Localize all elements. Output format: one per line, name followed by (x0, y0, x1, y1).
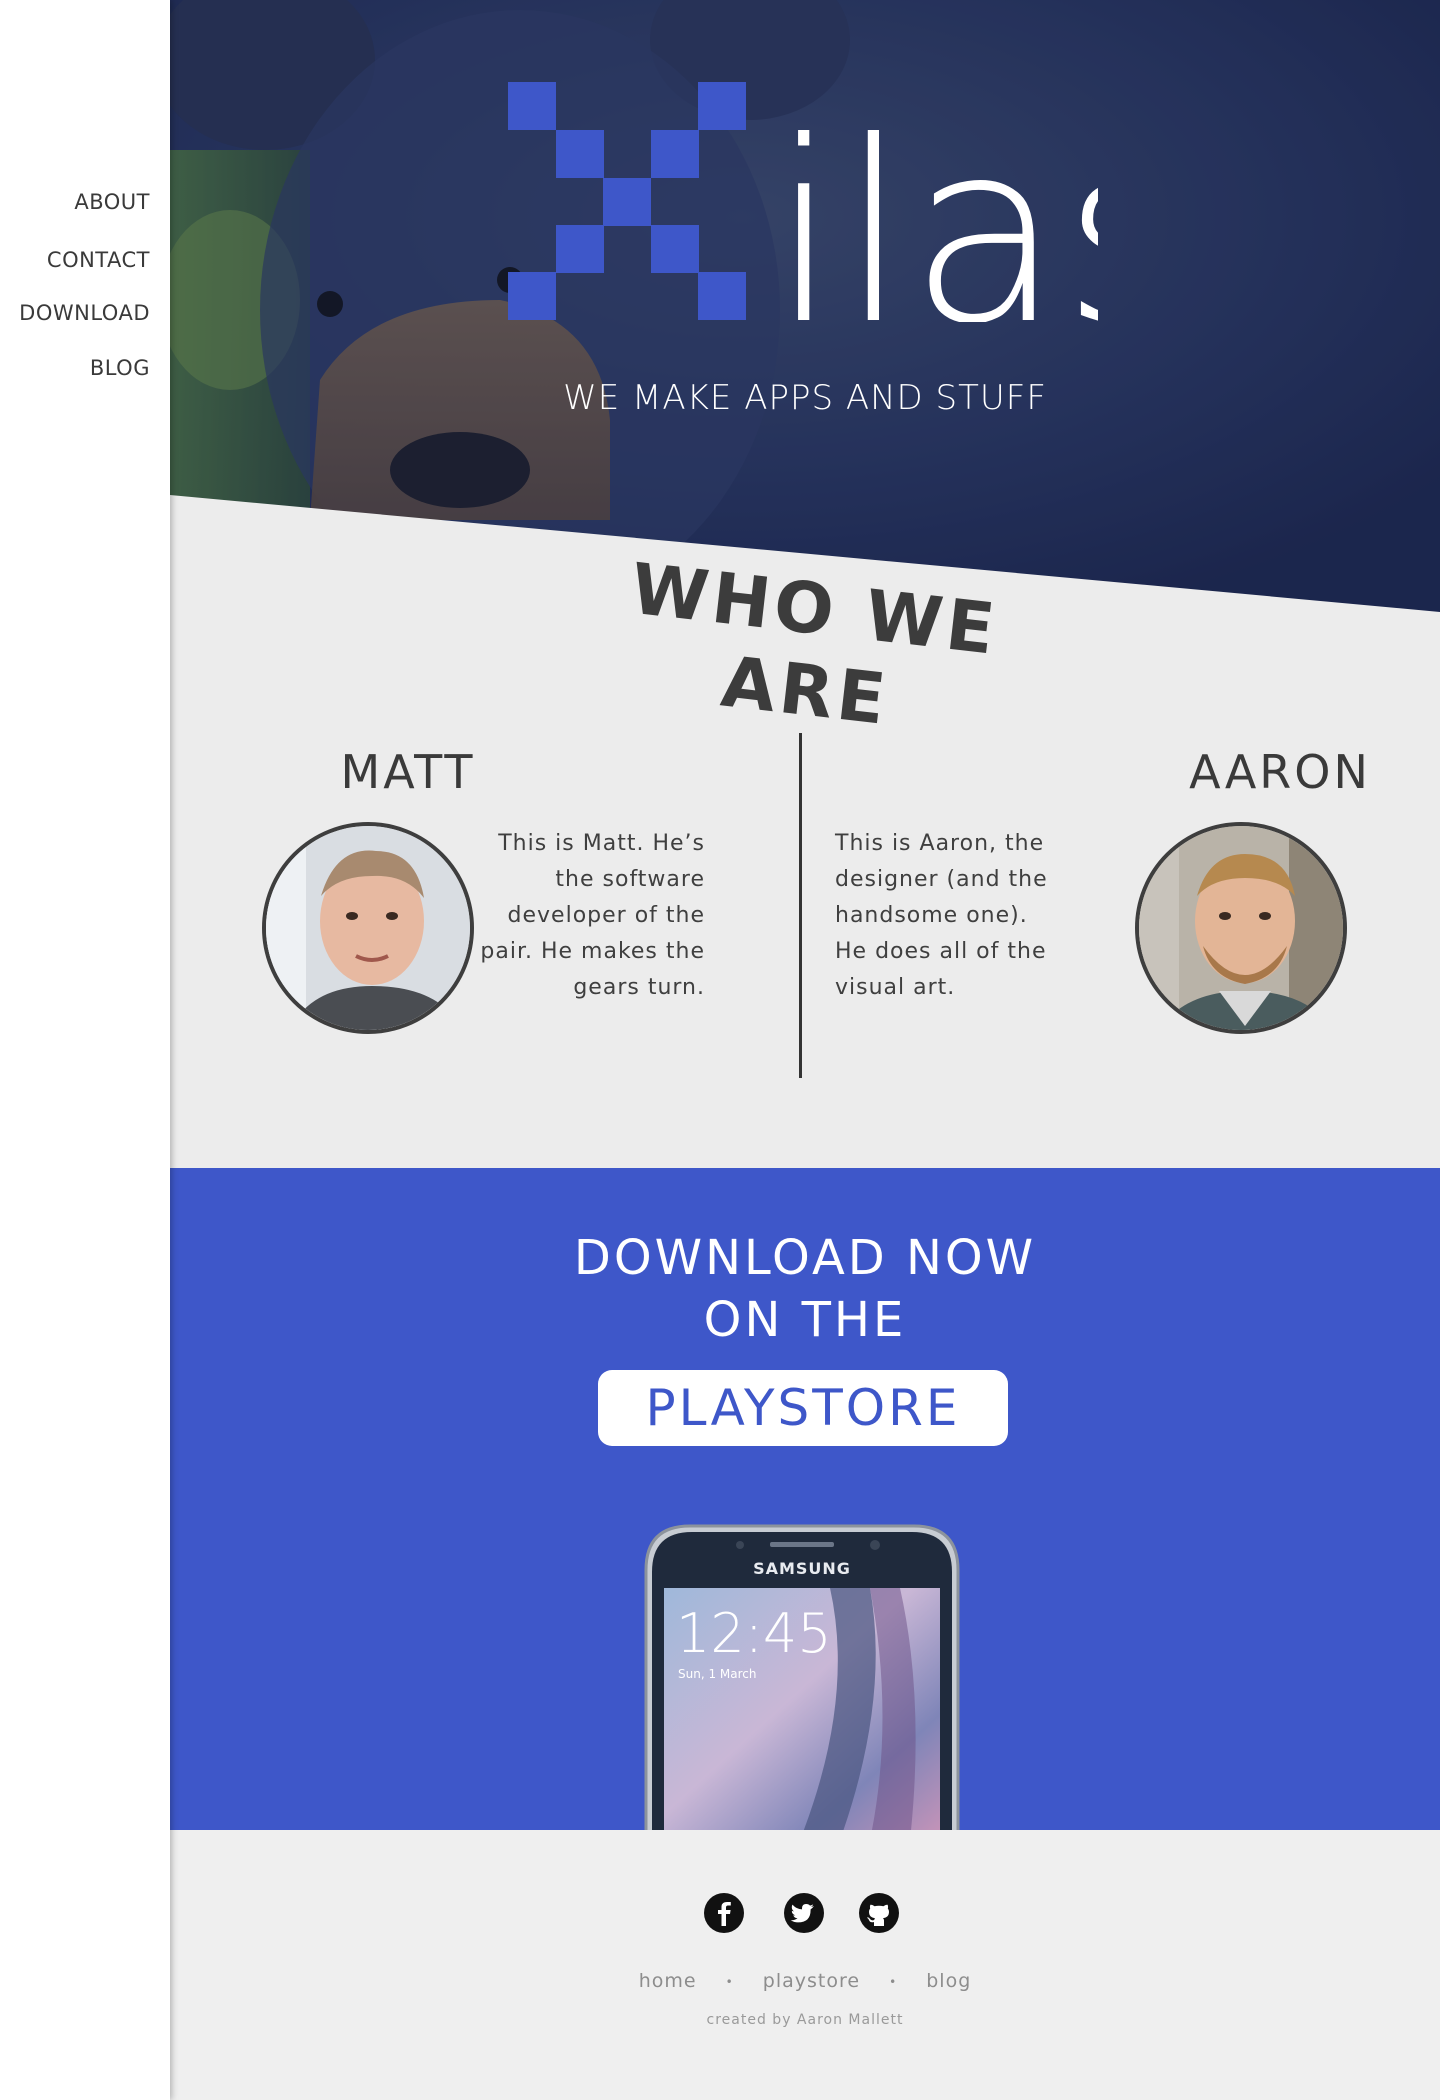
logo-wordmark: ilas (770, 88, 1098, 322)
separator-dot: • (725, 1974, 734, 1989)
github-icon[interactable] (858, 1892, 900, 1934)
footer-link-home[interactable]: home (639, 1970, 697, 1992)
footer-credit: created by Aaron Mallett (706, 2012, 904, 2028)
avatar-matt (262, 822, 474, 1034)
footer-link-blog[interactable]: blog (926, 1970, 971, 1992)
hero-tagline: WE MAKE APPS AND STUFF (563, 378, 1047, 418)
phone-clock: 12:45 (676, 1602, 832, 1665)
twitter-icon[interactable] (783, 1892, 825, 1934)
nav-item-contact[interactable]: CONTACT (47, 248, 150, 272)
bio-aaron: This is Aaron, the designer (and the han… (835, 831, 1048, 1000)
footer-link-playstore[interactable]: playstore (763, 1970, 860, 1992)
facebook-icon[interactable] (703, 1892, 745, 1934)
download-headline-line1: DOWNLOAD NOW (573, 1230, 1037, 1286)
who-divider (799, 733, 802, 1078)
phone-brand: SAMSUNG (753, 1559, 851, 1578)
main-content: ilas WE MAKE APPS AND STUFF WHO WE ARE M… (170, 0, 1440, 2100)
phone-date: Sun, 1 March (678, 1667, 757, 1681)
footer: home • playstore • blog created by Aaron… (170, 1830, 1440, 2100)
person-name-aaron: AARON (1189, 745, 1371, 799)
sidebar-nav: ABOUT CONTACT DOWNLOAD BLOG (0, 0, 170, 2100)
nav-item-blog[interactable]: BLOG (90, 356, 150, 380)
hero-section: ilas WE MAKE APPS AND STUFF (170, 0, 1440, 620)
xilas-logo: ilas (508, 82, 1098, 322)
avatar-aaron (1135, 822, 1347, 1034)
separator-dot: • (889, 1974, 898, 1989)
nav-item-download[interactable]: DOWNLOAD (19, 301, 150, 325)
playstore-button[interactable]: PLAYSTORE (598, 1370, 1008, 1446)
footer-links: home • playstore • blog (170, 1970, 1440, 1992)
nav-item-about[interactable]: ABOUT (74, 190, 150, 214)
phone-mockup: SAMSUNG 12:45 Sun, 1 March (644, 1524, 960, 1830)
bio-matt: This is Matt. He’s the software develope… (480, 831, 705, 1000)
person-name-matt: MATT (340, 745, 476, 799)
download-headline-line2: ON THE (703, 1292, 907, 1348)
download-section: DOWNLOAD NOW ON THE PLAYSTORE SAMSUNG 12… (170, 1168, 1440, 1830)
